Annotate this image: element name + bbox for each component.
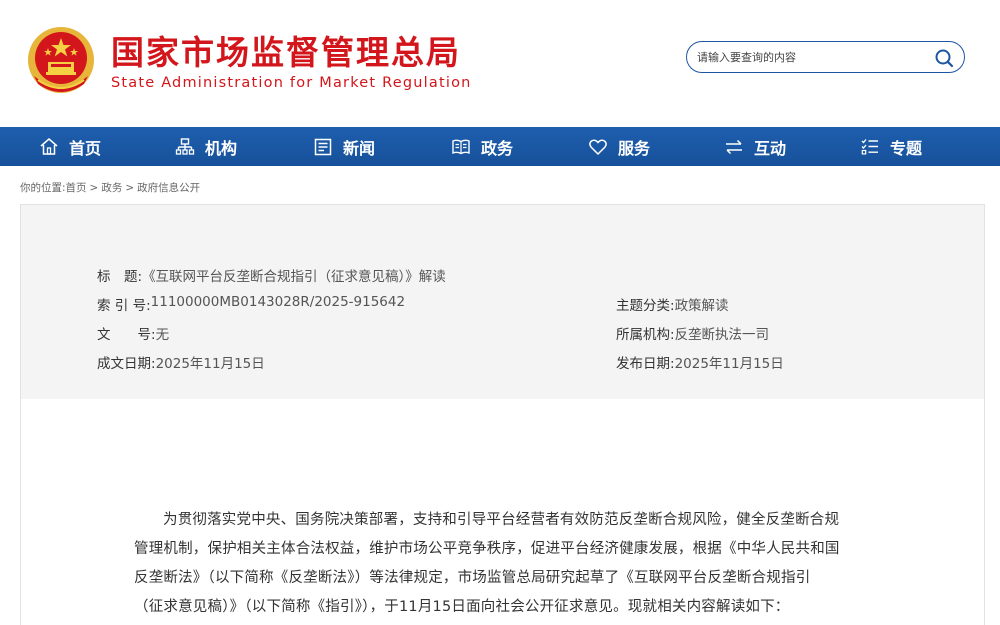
nav-item-topics[interactable]: 专题 <box>860 127 922 166</box>
nav-item-organization[interactable]: 机构 <box>175 127 237 166</box>
home-icon <box>39 137 59 157</box>
info-index-key: 索 引 号: <box>97 298 151 314</box>
info-docno-value: 无 <box>155 327 170 343</box>
breadcrumb: 你的位置:首页 > 政务 > 政府信息公开 <box>20 180 200 195</box>
info-date-key: 成文日期: <box>97 356 156 372</box>
site-header: 国家市场监督管理总局 State Administration for Mark… <box>0 0 1000 127</box>
article-line: （征求意见稿）》（以下简称《指引》），于11月15日面向社会公开征求意见。现就相… <box>134 599 790 615</box>
document-info-panel: 标 题: 《互联网平台反垄断合规指引（征求意见稿）》解读 索 引 号: 1110… <box>20 204 985 400</box>
breadcrumb-link-home[interactable]: 首页 <box>66 182 87 194</box>
nav-label-organization: 机构 <box>205 138 238 158</box>
article-line: 为贯彻落实党中央、国务院决策部署，支持和引导平台经营者有效防范反垄断合规风险，健… <box>163 512 840 528</box>
info-publish-date: 发布日期: 2025年11月15日 <box>616 352 784 372</box>
article-line: 反垄断法》（以下简称《反垄断法》）等法律规定，市场监管总局研究起草了《互联网平台… <box>134 570 811 586</box>
nav-label-news: 新闻 <box>343 138 376 158</box>
national-emblem-icon[interactable] <box>24 26 98 98</box>
info-category-value: 政策解读 <box>674 298 729 314</box>
info-agency-value: 反垄断执法一司 <box>674 327 770 343</box>
article-body: 为贯彻落实党中央、国务院决策部署，支持和引导平台经营者有效防范反垄断合规风险，健… <box>134 506 894 622</box>
nav-label-services: 服务 <box>618 138 651 158</box>
breadcrumb-prefix: 你的位置: <box>20 182 66 194</box>
info-index-value: 11100000MB0143028R/2025-915642 <box>150 294 406 310</box>
breadcrumb-separator: > <box>89 182 99 194</box>
breadcrumb-link-affairs[interactable]: 政务 <box>101 182 122 194</box>
breadcrumb-link-gov-info[interactable]: 政府信息公开 <box>137 182 200 194</box>
nav-label-topics: 专题 <box>890 138 923 158</box>
article-line: 管理机制，保护相关主体合法权益，维护市场公平竞争秩序，促进平台经济健康发展，根据… <box>134 541 840 557</box>
info-publish-value: 2025年11月15日 <box>674 356 784 372</box>
info-index: 索 引 号: 11100000MB0143028R/2025-915642 <box>97 294 405 314</box>
nav-item-interaction[interactable]: 互动 <box>724 127 786 166</box>
info-date-value: 2025年11月15日 <box>155 356 265 372</box>
info-category: 主题分类: 政策解读 <box>616 294 729 314</box>
news-icon <box>313 137 333 157</box>
info-agency: 所属机构: 反垄断执法一司 <box>616 323 769 343</box>
book-icon <box>451 137 471 157</box>
article-panel: 为贯彻落实党中央、国务院决策部署，支持和引导平台经营者有效防范反垄断合规风险，健… <box>20 399 985 625</box>
main-nav: 首页 机构 新闻 政务 服务 互动 专题 <box>0 127 1000 166</box>
org-chart-icon <box>175 137 195 157</box>
info-category-key: 主题分类: <box>616 298 675 314</box>
nav-item-news[interactable]: 新闻 <box>313 127 375 166</box>
site-title-cn[interactable]: 国家市场监督管理总局 <box>111 33 461 73</box>
nav-label-home: 首页 <box>69 138 102 158</box>
info-docno-key: 文 号: <box>97 327 156 343</box>
info-agency-key: 所属机构: <box>616 327 675 343</box>
info-title-value: 《互联网平台反垄断合规指引（征求意见稿）》解读 <box>142 269 446 285</box>
info-docno: 文 号: 无 <box>97 323 169 343</box>
search-box <box>686 41 965 73</box>
search-input[interactable] <box>697 48 917 66</box>
breadcrumb-separator: > <box>125 182 135 194</box>
search-icon[interactable] <box>934 48 954 68</box>
exchange-icon <box>724 137 744 157</box>
info-title: 标 题: 《互联网平台反垄断合规指引（征求意见稿）》解读 <box>97 265 446 285</box>
site-title-en: State Administration for Market Regulati… <box>111 75 472 91</box>
nav-item-affairs[interactable]: 政务 <box>451 127 513 166</box>
nav-item-home[interactable]: 首页 <box>39 127 101 166</box>
heart-icon <box>588 137 608 157</box>
info-date: 成文日期: 2025年11月15日 <box>97 352 265 372</box>
list-icon <box>860 137 880 157</box>
nav-item-services[interactable]: 服务 <box>588 127 650 166</box>
info-publish-key: 发布日期: <box>616 356 675 372</box>
nav-label-interaction: 互动 <box>754 138 787 158</box>
nav-label-affairs: 政务 <box>481 138 514 158</box>
info-title-key: 标 题: <box>97 269 143 285</box>
